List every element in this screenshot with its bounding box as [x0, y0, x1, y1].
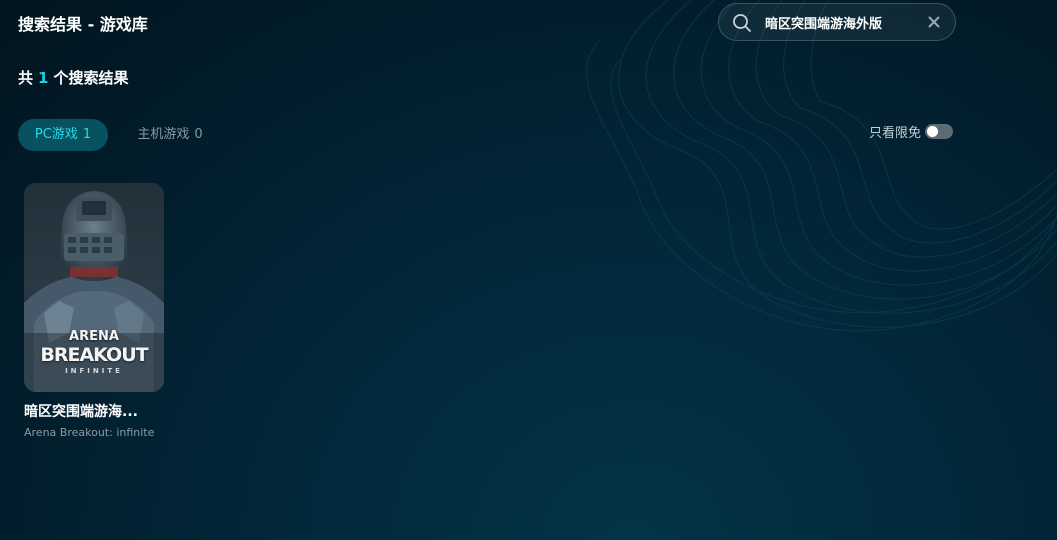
tab-pc-games-label: PC游戏	[34, 127, 78, 142]
game-cover-image[interactable]: ARENA BREAKOUT INFINITE	[24, 183, 164, 392]
logo-line-2: BREAKOUT	[40, 344, 148, 366]
page-title: 搜索结果 - 游戏库	[18, 15, 148, 34]
free-only-label: 只看限免	[869, 125, 922, 141]
search-box[interactable]	[718, 3, 956, 41]
game-card[interactable]: ARENA BREAKOUT INFINITE 暗区突围端游海... Arena…	[24, 183, 164, 443]
close-icon[interactable]	[926, 14, 942, 30]
free-only-filter: 只看限免	[869, 122, 954, 141]
search-input[interactable]	[765, 4, 915, 40]
free-only-toggle[interactable]	[925, 123, 954, 139]
logo-line-1: ARENA	[69, 329, 119, 344]
game-subtitle: Arena Breakout: infinite	[24, 426, 155, 439]
result-count-prefix: 共	[18, 69, 34, 87]
tab-pc-games-count: 1	[82, 127, 92, 142]
tab-console-games-label: 主机游戏	[137, 127, 190, 142]
search-icon[interactable]	[732, 13, 752, 33]
toggle-knob	[927, 125, 939, 137]
tab-console-games[interactable]: 主机游戏 0	[122, 119, 218, 151]
result-count-suffix: 个搜索结果	[53, 69, 129, 87]
result-count-number: 1	[38, 69, 49, 87]
game-logo: ARENA BREAKOUT INFINITE	[24, 330, 164, 376]
tab-pc-games[interactable]: PC游戏 1	[18, 119, 108, 151]
logo-line-3: INFINITE	[65, 367, 123, 375]
result-count: 共 1 个搜索结果	[18, 67, 128, 88]
tab-console-games-count: 0	[194, 127, 203, 142]
game-title[interactable]: 暗区突围端游海...	[24, 401, 164, 421]
